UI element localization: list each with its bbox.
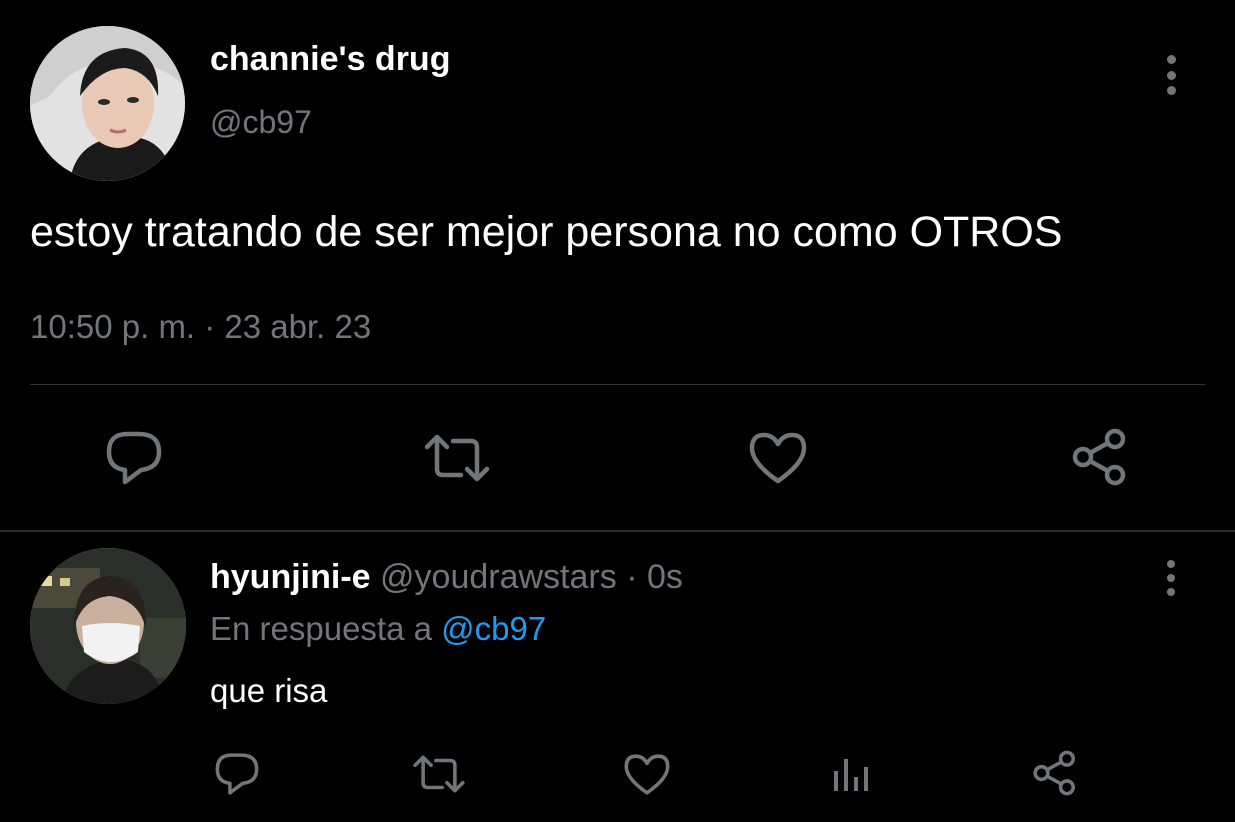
share-icon[interactable]	[1030, 748, 1080, 798]
replying-to: En respuesta a @cb97	[210, 610, 546, 648]
mention-link[interactable]: @cb97	[441, 610, 546, 647]
more-options-icon[interactable]	[1159, 560, 1183, 596]
main-tweet: channie's drug @cb97 estoy tratando de s…	[0, 0, 1235, 530]
retweet-icon[interactable]	[422, 428, 492, 488]
more-options-icon[interactable]	[1159, 55, 1183, 95]
reply-icon[interactable]	[104, 428, 164, 488]
reply-text: que risa	[210, 672, 328, 709]
tweet-timestamp[interactable]: 10:50 p. m. · 23 abr. 23	[30, 308, 371, 346]
reply-header: hyunjini-e @youdrawstars · 0s	[210, 558, 683, 597]
display-name[interactable]: hyunjini-e	[210, 558, 371, 596]
retweet-icon[interactable]	[410, 750, 468, 798]
reply-icon[interactable]	[212, 750, 262, 798]
separator: ·	[626, 558, 638, 596]
user-handle[interactable]: @cb97	[210, 104, 312, 141]
replying-prefix: En respuesta a	[210, 610, 432, 647]
reply-tweet[interactable]: hyunjini-e @youdrawstars · 0s En respues…	[0, 532, 1235, 822]
tweet-text: estoy tratando de ser mejor persona no c…	[30, 208, 1063, 256]
share-icon[interactable]	[1070, 425, 1130, 489]
avatar[interactable]	[30, 548, 186, 704]
like-icon[interactable]	[622, 750, 672, 798]
display-name[interactable]: channie's drug	[210, 40, 450, 79]
avatar[interactable]	[30, 26, 185, 181]
reply-time[interactable]: 0s	[647, 558, 683, 596]
analytics-icon[interactable]	[826, 750, 874, 798]
divider	[30, 384, 1205, 385]
like-icon[interactable]	[746, 428, 810, 488]
user-handle[interactable]: @youdrawstars	[380, 558, 617, 596]
